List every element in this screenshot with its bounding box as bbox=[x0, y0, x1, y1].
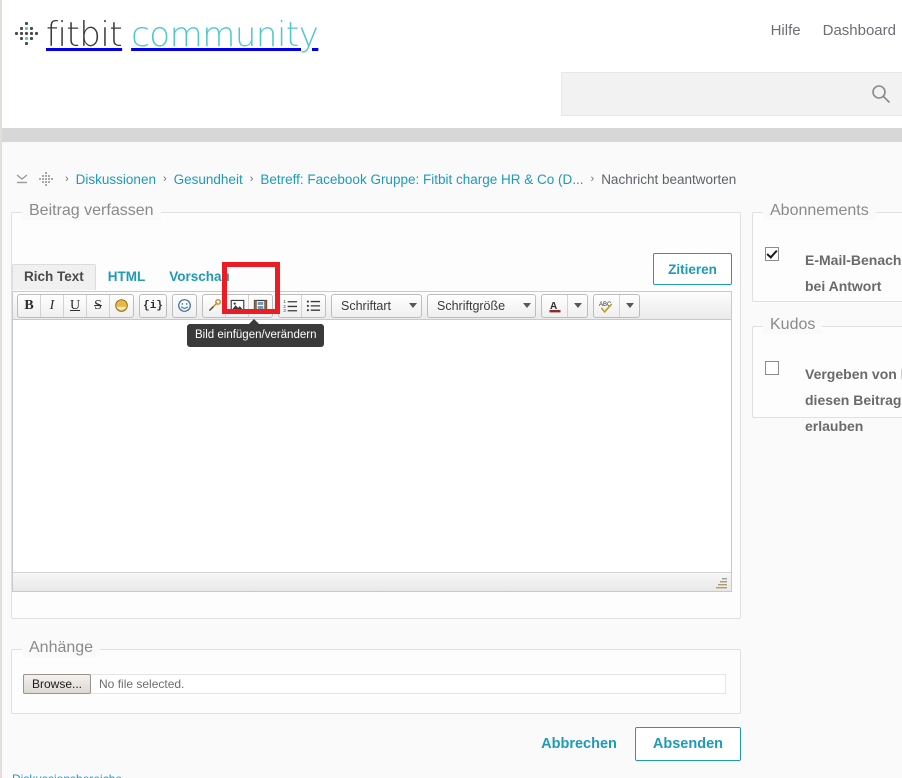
header-divider bbox=[2, 128, 902, 142]
footer-cut-link[interactable]: Diskussionsbereiche bbox=[12, 772, 122, 778]
editor-status-bar bbox=[13, 572, 731, 591]
editor-content-area[interactable] bbox=[13, 320, 731, 574]
allow-kudos-label-line1: Vergeben von K bbox=[805, 366, 902, 382]
fitbit-home-dots-icon[interactable] bbox=[39, 171, 54, 187]
emoticon-group bbox=[172, 293, 197, 318]
editor-toolbar: B I U S {i} 1 2 3 Schriftart Schriftgröß… bbox=[13, 292, 731, 320]
breadcrumb-separator: › bbox=[590, 173, 595, 185]
insert-link-icon[interactable] bbox=[203, 294, 226, 317]
kudos-row: Vergeben von K diesen Beitrag erlauben bbox=[765, 361, 902, 439]
attachments-legend: Anhänge bbox=[22, 639, 101, 657]
insert-code-group: {i} bbox=[139, 293, 167, 318]
site-header: fitbit community Hilfe Dashboard bbox=[2, 0, 902, 128]
nav-dashboard[interactable]: Dashboard bbox=[823, 22, 896, 39]
chevron-down-icon bbox=[409, 303, 418, 308]
search-input[interactable] bbox=[562, 73, 862, 115]
editor-tabs: Rich Text HTML Vorschau bbox=[12, 263, 242, 290]
rich-text-editor: B I U S {i} 1 2 3 Schriftart Schriftgröß… bbox=[12, 291, 732, 592]
chevron-down-icon bbox=[523, 303, 532, 308]
kudos-legend: Kudos bbox=[763, 316, 823, 334]
brand-name-fitbit: fitbit bbox=[46, 15, 123, 55]
text-color-group: A bbox=[541, 293, 589, 318]
chevron-down-icon bbox=[625, 303, 634, 308]
ordered-list-icon[interactable]: 1 2 3 bbox=[279, 294, 302, 317]
svg-text:3: 3 bbox=[283, 308, 286, 313]
breadcrumb-separator: › bbox=[65, 173, 69, 185]
file-status-text: No file selected. bbox=[99, 677, 185, 691]
compose-legend: Beitrag verfassen bbox=[22, 202, 161, 220]
nav-hilfe[interactable]: Hilfe bbox=[771, 22, 801, 39]
list-group: 1 2 3 bbox=[278, 293, 326, 318]
tab-rich-text[interactable]: Rich Text bbox=[12, 264, 96, 290]
tab-vorschau[interactable]: Vorschau bbox=[157, 264, 242, 290]
email-notification-label: E-Mail-Benachr bei Antwort bbox=[805, 247, 902, 299]
unordered-list-icon[interactable] bbox=[302, 295, 325, 317]
smiley-icon[interactable] bbox=[173, 295, 196, 317]
email-notification-checkbox[interactable] bbox=[765, 247, 779, 261]
kudos-panel: Kudos Vergeben von K diesen Beitrag erla… bbox=[752, 316, 902, 434]
font-size-select[interactable]: Schriftgröße bbox=[427, 293, 537, 318]
breadcrumb-item-topic[interactable]: Betreff: Facebook Gruppe: Fitbit charge … bbox=[260, 172, 583, 187]
fitbit-dots-logo-icon bbox=[14, 22, 40, 48]
header-nav: Hilfe Dashboard bbox=[771, 22, 896, 39]
underline-icon[interactable]: U bbox=[64, 294, 87, 317]
cancel-link[interactable]: Abbrechen bbox=[541, 736, 617, 752]
strikethrough-icon[interactable]: S bbox=[87, 294, 110, 317]
allow-kudos-label-line2: diesen Beitrag bbox=[805, 392, 902, 408]
form-actions: Abbrechen Absenden bbox=[2, 727, 741, 761]
quote-button[interactable]: Zitieren bbox=[653, 253, 732, 285]
email-notification-label-line1: E-Mail-Benachr bbox=[805, 252, 902, 268]
breadcrumb-separator: › bbox=[249, 173, 254, 185]
highlight-icon[interactable] bbox=[110, 295, 133, 317]
font-size-label: Schriftgröße bbox=[437, 298, 506, 313]
chevron-down-icon bbox=[573, 303, 582, 308]
brand-name-community: community bbox=[131, 15, 319, 55]
brand-logo[interactable]: fitbit community bbox=[14, 14, 319, 56]
subscriptions-row: E-Mail-Benachr bei Antwort bbox=[765, 247, 902, 299]
tooltip-insert-image: Bild einfügen/verändern bbox=[187, 319, 325, 347]
insert-media-group bbox=[202, 293, 273, 318]
search-bar[interactable] bbox=[561, 72, 902, 116]
insert-video-icon[interactable] bbox=[249, 295, 272, 317]
spellcheck-dropdown-arrow[interactable] bbox=[620, 295, 639, 317]
font-family-select[interactable]: Schriftart bbox=[331, 293, 423, 318]
bold-icon[interactable]: B bbox=[18, 294, 41, 317]
sidebar: Abonnements E-Mail-Benachr bei Antwort K… bbox=[752, 202, 902, 434]
subscriptions-panel: Abonnements E-Mail-Benachr bei Antwort bbox=[752, 202, 902, 302]
font-family-label: Schriftart bbox=[341, 298, 392, 313]
breadcrumb-item-diskussionen[interactable]: Diskussionen bbox=[76, 172, 156, 187]
browse-button[interactable]: Browse... bbox=[23, 674, 92, 694]
spellcheck-group: ABC bbox=[593, 293, 641, 318]
allow-kudos-checkbox[interactable] bbox=[765, 361, 779, 375]
page-root: fitbit community Hilfe Dashboard › Disku… bbox=[0, 0, 902, 778]
allow-kudos-label-line3: erlauben bbox=[805, 418, 864, 434]
submit-button[interactable]: Absenden bbox=[634, 727, 741, 761]
allow-kudos-label: Vergeben von K diesen Beitrag erlauben bbox=[805, 361, 902, 439]
spellcheck-abc-icon[interactable]: ABC bbox=[594, 294, 621, 317]
insert-code-icon[interactable]: {i} bbox=[140, 295, 166, 317]
tab-html[interactable]: HTML bbox=[96, 264, 158, 290]
email-notification-label-line2: bei Antwort bbox=[805, 278, 882, 294]
subscriptions-legend: Abonnements bbox=[763, 202, 876, 220]
breadcrumb-item-gesundheit[interactable]: Gesundheit bbox=[174, 172, 243, 187]
insert-image-icon[interactable] bbox=[226, 294, 249, 317]
text-color-dropdown-arrow[interactable] bbox=[568, 295, 587, 317]
collapse-chevrons-icon[interactable] bbox=[15, 172, 29, 186]
breadcrumb-separator: › bbox=[162, 173, 167, 185]
italic-icon[interactable]: I bbox=[41, 294, 64, 317]
resize-handle-icon[interactable] bbox=[714, 576, 728, 589]
text-color-icon[interactable]: A bbox=[542, 294, 569, 317]
attachments-panel: Anhänge Browse... No file selected. bbox=[11, 639, 741, 714]
file-upload-row[interactable]: Browse... No file selected. bbox=[23, 674, 726, 694]
text-format-group: B I U S bbox=[17, 293, 134, 318]
breadcrumb-item-current: Nachricht beantworten bbox=[601, 171, 737, 187]
search-icon[interactable] bbox=[871, 84, 891, 104]
breadcrumb: › Diskussionen › Gesundheit › Betreff: F… bbox=[2, 166, 902, 192]
